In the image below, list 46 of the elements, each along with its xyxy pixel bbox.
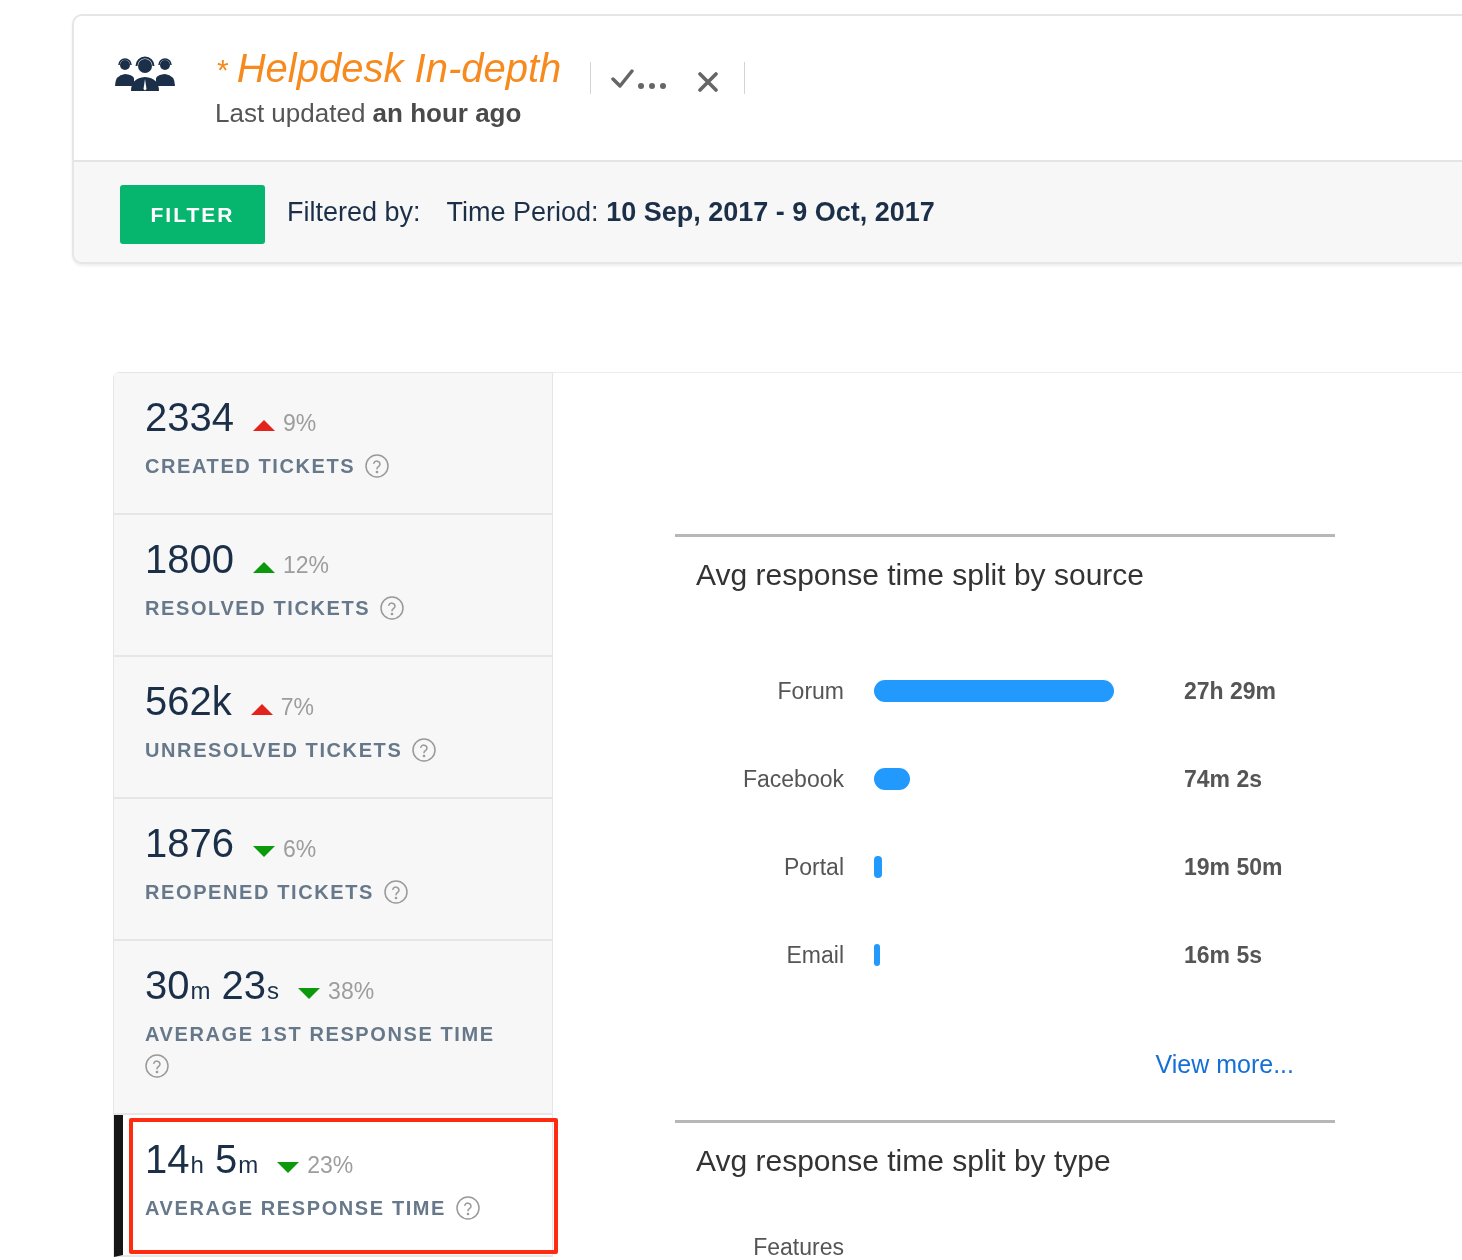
metric-change: 23% xyxy=(307,1152,354,1179)
metric-change: 6% xyxy=(283,836,317,863)
category-label: Features xyxy=(753,1235,844,1259)
metric-label: REOPENED TICKETS xyxy=(145,881,374,903)
metric-value: 1800 xyxy=(145,536,234,583)
response-time: 74m 2s xyxy=(1184,765,1263,793)
help-icon[interactable] xyxy=(383,880,408,904)
close-icon[interactable] xyxy=(698,72,719,92)
metric-value: 562k xyxy=(145,678,232,725)
category-label: Forum xyxy=(777,679,844,703)
help-icon[interactable] xyxy=(456,1196,481,1220)
metric-value: 1876 xyxy=(145,820,234,867)
metric-value: 2334 xyxy=(145,394,234,441)
response-bar xyxy=(874,768,910,790)
view-more-link[interactable]: View more... xyxy=(1155,1048,1294,1080)
response-time: 27h 29m xyxy=(1184,677,1278,705)
report-title: Helpdesk In-depth xyxy=(236,45,562,92)
metric-card[interactable]: 2334 9% CREATED TICKETS xyxy=(114,373,552,515)
section-title: Avg response time split by source xyxy=(696,557,1145,593)
response-time: 16m 5s xyxy=(1184,941,1263,969)
metric-change: 38% xyxy=(328,978,375,1005)
metric-label: CREATED TICKETS xyxy=(145,455,356,477)
metric-label: UNRESOLVED TICKETS xyxy=(145,739,403,761)
metric-label: RESOLVED TICKETS xyxy=(145,597,371,619)
metric-change: 9% xyxy=(283,410,317,437)
response-time: 19m 50m xyxy=(1184,853,1284,881)
help-icon[interactable] xyxy=(365,454,390,478)
people-headset-icon xyxy=(113,55,177,91)
metric-label: AVERAGE RESPONSE TIME xyxy=(145,1197,447,1219)
modified-asterisk: * xyxy=(217,52,229,88)
section-title: Avg response time split by type xyxy=(696,1143,1112,1179)
category-label: Email xyxy=(786,943,844,967)
filter-summary: Time Period: 10 Sep, 2017 - 9 Oct, 2017 xyxy=(446,196,935,228)
response-bar xyxy=(874,856,882,878)
help-icon[interactable] xyxy=(412,738,437,762)
metric-label: AVERAGE 1ST RESPONSE TIME xyxy=(145,1023,495,1045)
category-label: Facebook xyxy=(743,767,844,791)
help-icon[interactable] xyxy=(145,1054,169,1078)
check-dots-icon[interactable] xyxy=(611,68,668,90)
last-updated-text: Last updated an hour ago xyxy=(215,97,522,129)
help-icon[interactable] xyxy=(380,596,405,620)
metric-change: 12% xyxy=(283,552,330,579)
category-label: Portal xyxy=(783,855,844,879)
response-bar xyxy=(874,944,880,966)
metric-change: 7% xyxy=(280,694,314,721)
filtered-by-label: Filtered by: xyxy=(287,196,421,228)
